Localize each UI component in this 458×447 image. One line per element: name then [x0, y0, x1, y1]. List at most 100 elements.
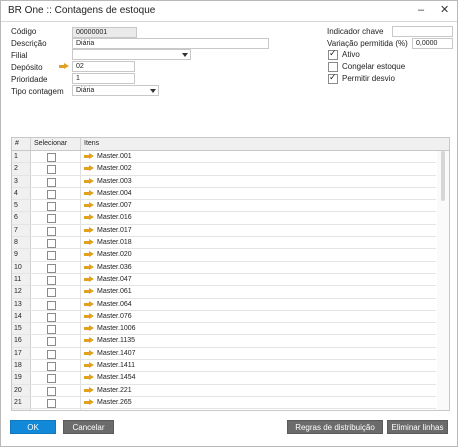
select-checkbox[interactable]	[47, 312, 56, 322]
select-checkbox[interactable]	[47, 275, 56, 285]
table-row[interactable]: 4 Master.004	[12, 187, 436, 201]
orange-right-arrow-icon[interactable]	[84, 189, 94, 197]
table-row[interactable]: 11 Master.047	[12, 273, 436, 287]
deposito-field[interactable]: 02	[72, 61, 135, 72]
item-code: Master.076	[97, 312, 132, 320]
table-row[interactable]: 5 Master.007	[12, 200, 436, 213]
deposito-label: Depósito	[11, 63, 43, 72]
table-row[interactable]: 7 Master.017	[12, 224, 436, 238]
item-code: Master.003	[97, 177, 132, 185]
select-checkbox[interactable]	[47, 153, 56, 162]
orange-right-arrow-icon[interactable]	[84, 165, 94, 172]
table-row[interactable]: 16 Master.1135	[12, 335, 436, 348]
select-checkbox[interactable]	[47, 189, 56, 199]
select-checkbox[interactable]	[47, 386, 56, 396]
table-row[interactable]: 1 Master.001	[12, 151, 436, 164]
orange-right-arrow-icon[interactable]	[84, 251, 94, 258]
orange-right-arrow-icon[interactable]	[59, 63, 69, 70]
select-checkbox[interactable]	[47, 263, 56, 273]
col-header-select[interactable]: Selecionar	[31, 138, 81, 150]
orange-right-arrow-icon[interactable]	[84, 337, 94, 344]
table-row[interactable]: 2 Master.002	[12, 163, 436, 176]
congelar-checkbox[interactable]	[328, 62, 338, 72]
orange-right-arrow-icon[interactable]	[84, 153, 94, 160]
codigo-field[interactable]: 00000001	[72, 27, 137, 38]
table-row[interactable]: 9 Master.020	[12, 249, 436, 262]
close-button[interactable]: ✕	[440, 4, 449, 16]
orange-right-arrow-icon[interactable]	[84, 349, 94, 357]
orange-right-arrow-icon[interactable]	[84, 226, 94, 234]
prioridade-field[interactable]: 1	[72, 73, 135, 84]
indicador-chave-field[interactable]	[392, 26, 453, 37]
descricao-field[interactable]: Diária	[72, 38, 269, 49]
select-checkbox[interactable]	[47, 165, 56, 175]
select-checkbox[interactable]	[47, 288, 56, 298]
orange-right-arrow-icon[interactable]	[84, 398, 94, 406]
delete-rows-button[interactable]: Eliminar linhas	[387, 420, 448, 434]
table-row[interactable]: 22 Master.371	[12, 409, 436, 410]
orange-right-arrow-icon[interactable]	[84, 374, 94, 381]
select-checkbox[interactable]	[47, 398, 56, 408]
select-checkbox[interactable]	[47, 202, 56, 212]
ok-button[interactable]: OK	[10, 420, 56, 434]
item-code: Master.036	[97, 263, 132, 271]
permitir-checkbox[interactable]: ✓	[328, 72, 338, 84]
table-row[interactable]: 12 Master.061	[12, 286, 436, 299]
orange-right-arrow-icon[interactable]	[84, 362, 94, 369]
ativo-checkbox[interactable]: ✓	[328, 48, 338, 60]
orange-right-arrow-icon[interactable]	[84, 202, 94, 209]
orange-right-arrow-icon[interactable]	[84, 300, 94, 308]
orange-right-arrow-icon[interactable]	[84, 239, 94, 246]
orange-right-arrow-icon[interactable]	[84, 312, 94, 320]
table-row[interactable]: 17 Master.1407	[12, 347, 436, 361]
item-code: Master.1407	[97, 349, 136, 357]
table-row[interactable]: 14 Master.076	[12, 310, 436, 324]
select-checkbox[interactable]	[47, 239, 56, 249]
select-checkbox[interactable]	[47, 251, 56, 261]
select-cell	[31, 237, 81, 249]
row-number: 14	[12, 310, 31, 323]
select-checkbox[interactable]	[47, 177, 56, 187]
item-code: Master.002	[97, 165, 132, 173]
orange-right-arrow-icon[interactable]	[84, 263, 94, 271]
select-checkbox[interactable]	[47, 214, 56, 224]
table-row[interactable]: 18 Master.1411	[12, 360, 436, 373]
col-header-number[interactable]: #	[12, 138, 31, 150]
select-checkbox[interactable]	[47, 362, 56, 372]
table-row[interactable]: 13 Master.064	[12, 298, 436, 311]
orange-right-arrow-icon[interactable]	[84, 325, 94, 332]
select-checkbox[interactable]	[47, 226, 56, 236]
minimize-button[interactable]: –	[418, 4, 424, 16]
table-row[interactable]: 6 Master.016	[12, 212, 436, 225]
select-cell	[31, 175, 81, 187]
select-checkbox[interactable]	[47, 325, 56, 335]
select-checkbox[interactable]	[47, 349, 56, 359]
vertical-scrollbar[interactable]	[437, 151, 449, 410]
distribution-rules-button[interactable]: Regras de distribuição	[287, 420, 383, 434]
scrollbar-thumb[interactable]	[441, 151, 445, 201]
orange-right-arrow-icon[interactable]	[84, 386, 94, 394]
select-checkbox[interactable]	[47, 337, 56, 347]
tipo-contagem-select[interactable]: Diária	[72, 85, 159, 96]
orange-right-arrow-icon[interactable]	[84, 288, 94, 295]
table-row[interactable]: 15 Master.1006	[12, 323, 436, 336]
variacao-field[interactable]: 0,0000	[412, 38, 453, 49]
table-row[interactable]: 3 Master.003	[12, 175, 436, 188]
select-checkbox[interactable]	[47, 374, 56, 384]
orange-right-arrow-icon[interactable]	[84, 275, 94, 283]
item-code: Master.047	[97, 275, 132, 283]
cancel-button[interactable]: Cancelar	[63, 420, 114, 434]
table-row[interactable]: 8 Master.018	[12, 237, 436, 250]
table-row[interactable]: 10 Master.036	[12, 261, 436, 274]
orange-right-arrow-icon[interactable]	[84, 177, 94, 185]
filial-select[interactable]	[72, 49, 191, 60]
col-header-items[interactable]: Itens	[81, 138, 436, 150]
table-row[interactable]: 19 Master.1454	[12, 372, 436, 385]
select-checkbox[interactable]	[47, 300, 56, 310]
item-code: Master.001	[97, 153, 132, 160]
item-code: Master.1411	[97, 362, 136, 370]
table-row[interactable]: 21 Master.265	[12, 396, 436, 410]
orange-right-arrow-icon[interactable]	[84, 214, 94, 221]
table-row[interactable]: 20 Master.221	[12, 384, 436, 397]
row-number: 4	[12, 187, 31, 200]
